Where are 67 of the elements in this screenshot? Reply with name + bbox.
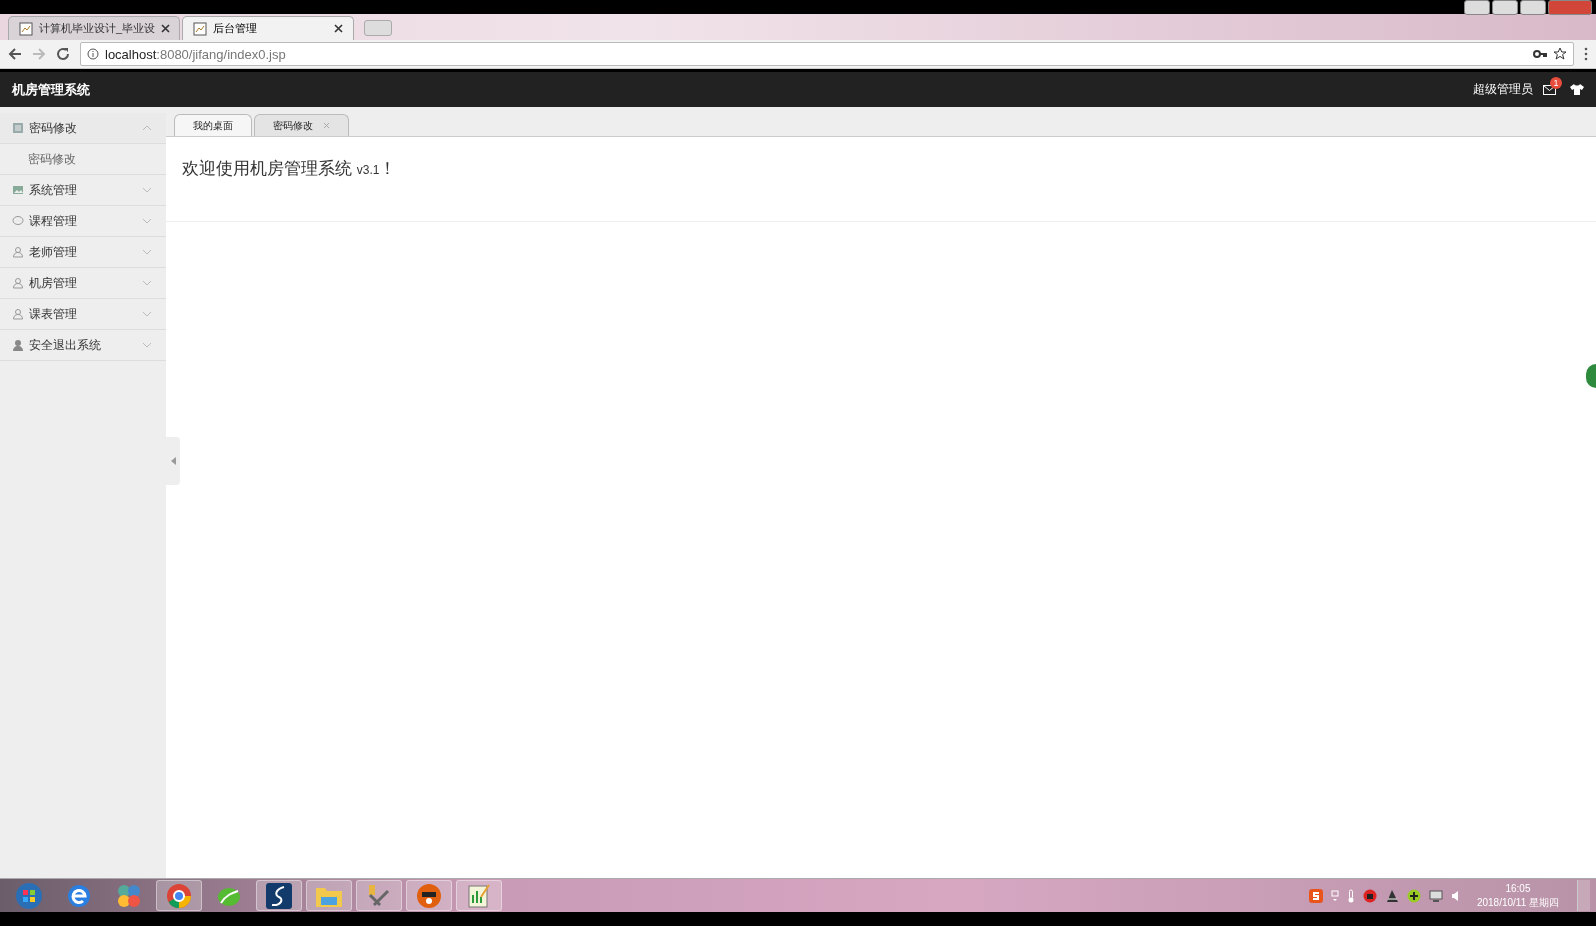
menu-group-label: 密码修改 xyxy=(29,119,78,137)
browser-tab-title: 计算机毕业设计_毕业设 xyxy=(39,21,156,36)
browser-e-icon[interactable] xyxy=(66,882,92,909)
speech-bubble-icon xyxy=(12,215,24,227)
back-icon[interactable] xyxy=(8,47,22,61)
script-s-icon[interactable] xyxy=(266,882,292,909)
browser-tab[interactable]: 计算机毕业设计_毕业设 xyxy=(8,16,180,40)
close-icon[interactable] xyxy=(334,24,343,33)
chevron-down-icon xyxy=(142,249,152,255)
browser-tab[interactable]: 后台管理 xyxy=(182,16,354,40)
picture-icon xyxy=(12,184,24,196)
chart-notepad-icon[interactable] xyxy=(467,882,491,909)
person-icon xyxy=(12,339,24,351)
address-bar[interactable]: localhost:8080/jifang/index0.jsp xyxy=(80,42,1574,66)
collapse-handle[interactable] xyxy=(166,437,180,485)
menu-group-label: 机房管理 xyxy=(29,274,78,292)
app-title: 机房管理系统 xyxy=(12,80,91,99)
start-icon[interactable] xyxy=(15,881,43,910)
signal-cone-icon[interactable] xyxy=(1384,888,1399,903)
mascot-icon[interactable] xyxy=(416,882,442,909)
info-icon xyxy=(87,48,99,60)
key-icon[interactable] xyxy=(1533,49,1547,59)
menu-group-label: 课表管理 xyxy=(29,305,78,323)
plus-circle-icon[interactable] xyxy=(1406,888,1421,903)
reload-icon[interactable] xyxy=(56,47,70,61)
network-icon[interactable] xyxy=(1428,889,1443,902)
person-icon xyxy=(12,308,24,320)
url-host: localhost xyxy=(105,46,157,62)
chrome-icon[interactable] xyxy=(166,882,192,909)
user-name[interactable]: 超级管理员 xyxy=(1473,81,1533,98)
caret-left-icon xyxy=(170,457,176,465)
menu-icon[interactable] xyxy=(1584,47,1588,61)
thermometer-icon[interactable] xyxy=(1346,888,1355,903)
menu-group-label: 安全退出系统 xyxy=(29,336,102,354)
colorful-circles-icon[interactable] xyxy=(116,882,142,909)
star-icon[interactable] xyxy=(1553,47,1567,61)
chevron-down-icon xyxy=(142,218,152,224)
list-icon xyxy=(12,122,24,134)
notification-badge: 1 xyxy=(1550,76,1562,89)
chevron-down-icon xyxy=(142,311,152,317)
chevron-down-icon xyxy=(142,342,152,348)
chevron-down-icon xyxy=(142,187,152,193)
menu-group-label: 课程管理 xyxy=(29,212,78,230)
chevron-down-icon xyxy=(142,280,152,286)
shirt-icon[interactable] xyxy=(1570,84,1584,95)
close-icon[interactable] xyxy=(161,24,171,33)
menu-group-label: 系统管理 xyxy=(29,181,78,199)
page-tab[interactable]: 我的桌面 xyxy=(174,114,252,136)
ime-s-icon[interactable] xyxy=(1308,888,1323,903)
browser-tab-title: 后台管理 xyxy=(213,21,258,36)
person-icon xyxy=(12,277,24,289)
person-icon xyxy=(12,246,24,258)
floating-button[interactable] xyxy=(1584,362,1596,390)
minimize-button[interactable] xyxy=(1492,0,1518,15)
volume-icon[interactable] xyxy=(1450,889,1459,902)
maximize-button[interactable] xyxy=(1520,0,1546,15)
page-icon xyxy=(193,21,207,36)
profile-button[interactable] xyxy=(1464,0,1490,15)
page-icon xyxy=(19,21,33,36)
tools-icon[interactable] xyxy=(366,882,392,909)
url-path: :8080/jifang/index0.jsp xyxy=(156,46,286,62)
menu-group[interactable]: 密码修改 xyxy=(0,113,166,144)
welcome-message: 欢迎使用机房管理系统 v3.1！ xyxy=(166,137,1596,222)
menu-group-label: 老师管理 xyxy=(29,243,78,261)
page-tab[interactable]: 密码修改 xyxy=(254,114,349,136)
mail-icon[interactable] xyxy=(1543,84,1556,95)
chevron-up-icon xyxy=(142,125,152,131)
